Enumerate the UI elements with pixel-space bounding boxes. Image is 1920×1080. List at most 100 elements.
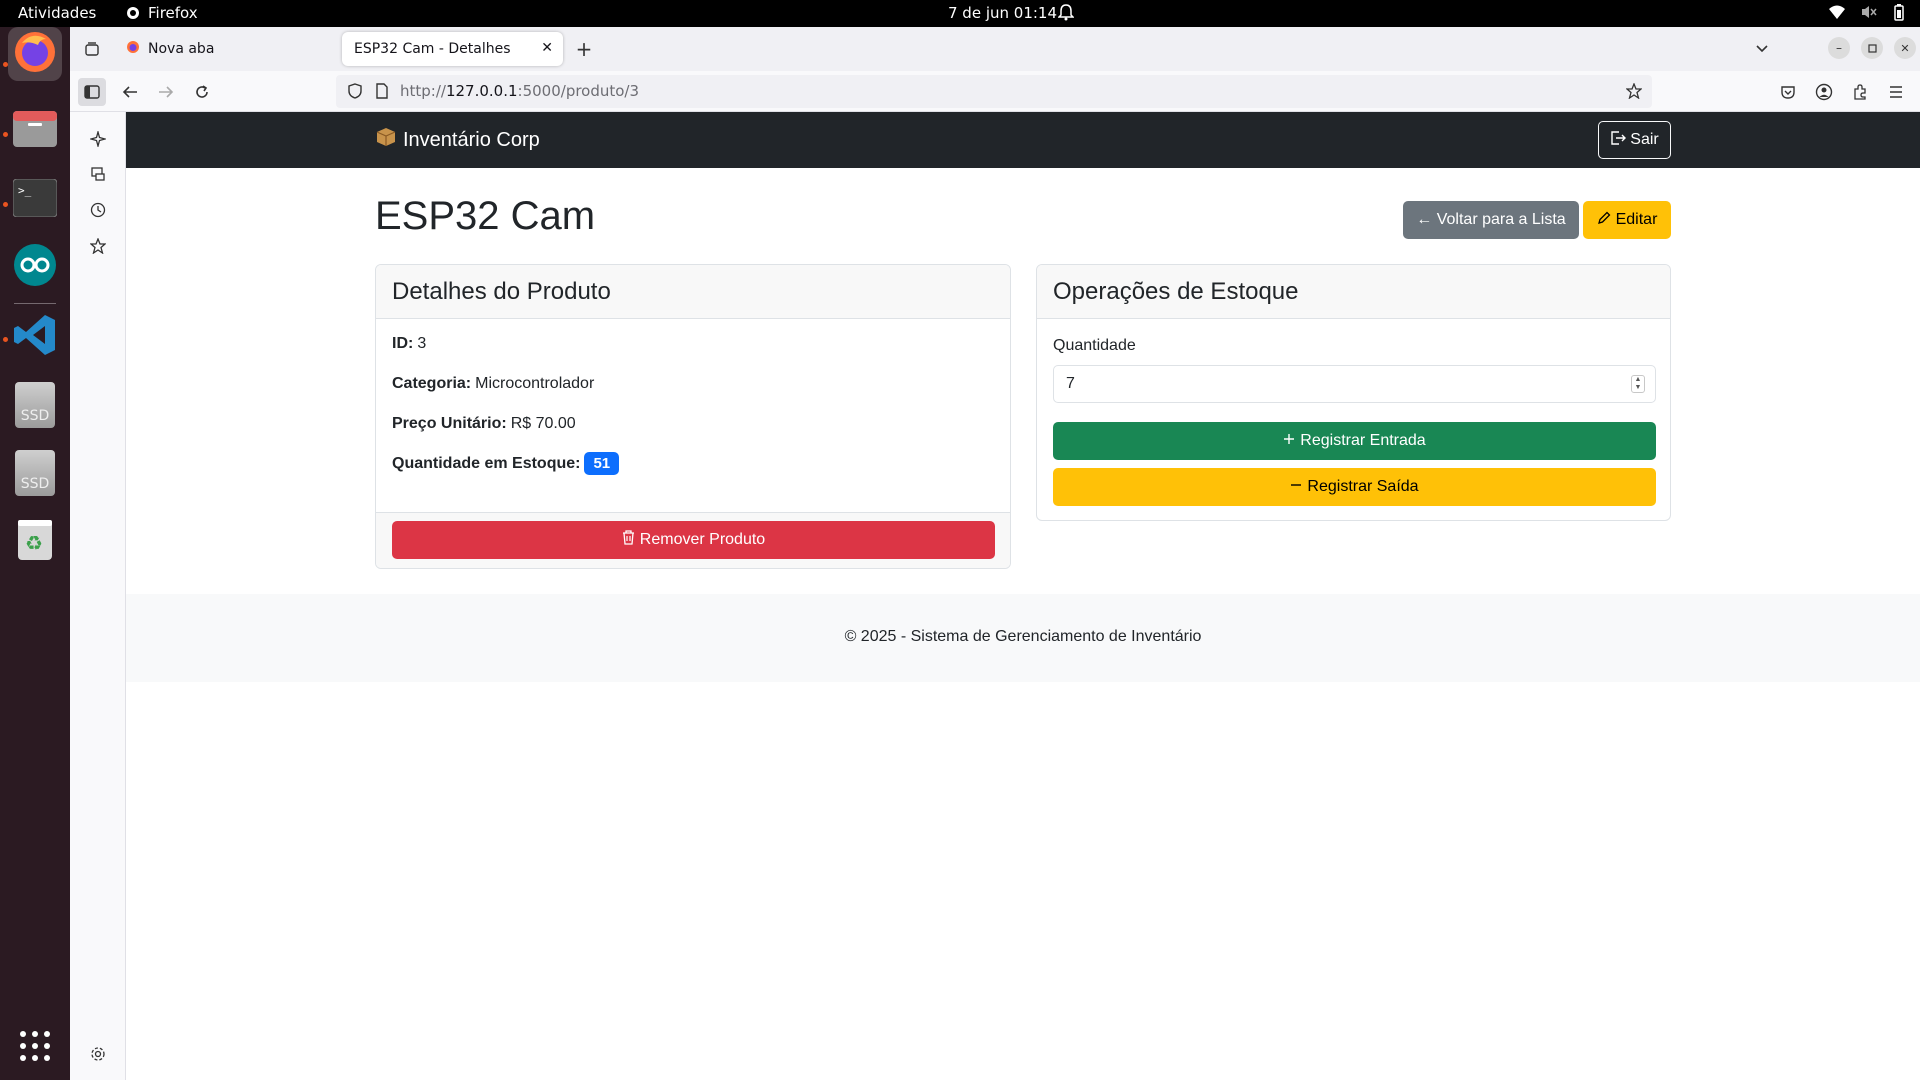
account-icon[interactable] xyxy=(1810,78,1838,106)
battery-icon xyxy=(1892,3,1906,21)
dock-vscode[interactable] xyxy=(8,310,62,364)
list-tabs-chevron-icon[interactable] xyxy=(1748,35,1776,63)
dock-terminal[interactable]: >_ xyxy=(8,173,62,227)
show-apps-button[interactable] xyxy=(8,1021,62,1075)
stock-badge: 51 xyxy=(584,452,620,475)
ai-chatbot-icon[interactable] xyxy=(86,127,110,151)
firefox-icon xyxy=(12,29,58,79)
pocket-icon[interactable] xyxy=(1774,78,1802,106)
ssd-label: SSD xyxy=(20,408,50,424)
svg-text:>_: >_ xyxy=(18,184,32,197)
close-window-icon[interactable]: ✕ xyxy=(1894,37,1916,59)
activities-button[interactable]: Atividades xyxy=(18,4,96,22)
menu-hamburger-icon[interactable] xyxy=(1882,78,1910,106)
browser-sidebar xyxy=(70,112,126,1080)
logout-button[interactable]: Sair xyxy=(1598,121,1671,159)
page-footer: © 2025 - Sistema de Gerenciamento de Inv… xyxy=(126,594,1920,682)
stock-operations-card: Operações de Estoque Quantidade 7 ▲ ▼ Reg… xyxy=(1036,264,1671,521)
sidebar-toggle-icon[interactable] xyxy=(78,78,106,106)
wifi-icon xyxy=(1828,3,1846,21)
bookmarks-star-icon[interactable] xyxy=(86,234,110,258)
brand-name: Inventário Corp xyxy=(403,128,540,151)
package-icon xyxy=(375,126,397,154)
back-to-list-label: ← Voltar para a Lista xyxy=(1416,211,1566,228)
dock-firefox[interactable] xyxy=(8,27,62,81)
ssd-label: SSD xyxy=(20,476,50,492)
remove-product-label: Remover Produto xyxy=(639,531,766,548)
files-icon xyxy=(12,108,58,152)
pencil-icon xyxy=(1597,211,1611,230)
app-navbar: Inventário Corp Sair xyxy=(126,112,1920,168)
new-tab-icon[interactable]: + xyxy=(570,35,598,63)
trash-icon xyxy=(622,530,635,550)
product-stock-row: Quantidade em Estoque: 51 xyxy=(392,452,620,475)
tracking-shield-icon[interactable] xyxy=(348,83,362,103)
register-exit-button[interactable]: Registrar Saída xyxy=(1053,468,1656,506)
clock[interactable]: 7 de jun 01:14 xyxy=(948,4,1057,22)
logout-label: Sair xyxy=(1630,131,1659,148)
price-label: Preço Unitário: xyxy=(392,415,507,432)
id-value: 3 xyxy=(417,335,427,352)
system-tray[interactable] xyxy=(1828,3,1906,21)
back-to-list-button[interactable]: ← Voltar para a Lista xyxy=(1403,201,1579,239)
price-value: R$ 70.00 xyxy=(510,415,576,432)
product-category-row: Categoria: Microcontrolador xyxy=(392,375,594,393)
dock-files[interactable] xyxy=(8,103,62,157)
edit-button[interactable]: Editar xyxy=(1583,201,1671,239)
reload-icon[interactable] xyxy=(188,78,216,106)
dock-arduino[interactable] xyxy=(8,240,62,294)
history-clock-icon[interactable] xyxy=(86,198,110,222)
product-price-row: Preço Unitário: R$ 70.00 xyxy=(392,415,576,433)
dock: >_ SSD SSD ♻ xyxy=(0,27,70,1080)
quantity-input[interactable]: 7 ▲ ▼ xyxy=(1053,365,1656,403)
remove-product-button[interactable]: Remover Produto xyxy=(392,521,995,559)
edit-label: Editar xyxy=(1615,211,1658,228)
navigation-toolbar: http://127.0.0.1:5000/produto/3 xyxy=(70,71,1920,112)
extensions-icon[interactable] xyxy=(1846,78,1874,106)
app-menu[interactable]: Firefox xyxy=(126,4,198,22)
plus-icon xyxy=(1283,432,1295,450)
product-id-row: ID: 3 xyxy=(392,335,426,353)
volume-muted-icon xyxy=(1860,3,1878,21)
card-footer: Remover Produto xyxy=(376,512,1010,568)
minus-icon xyxy=(1290,478,1302,496)
forward-arrow-icon[interactable] xyxy=(152,78,180,106)
category-label: Categoria: xyxy=(392,375,472,392)
customize-gear-icon[interactable] xyxy=(86,1042,110,1066)
synced-tabs-icon[interactable] xyxy=(86,162,110,186)
copyright-text: © 2025 - Sistema de Gerenciamento de Inv… xyxy=(844,628,1202,645)
tab-title: ESP32 Cam - Detalhes xyxy=(354,41,511,57)
bookmark-star-icon[interactable] xyxy=(1625,82,1643,103)
register-entry-button[interactable]: Registrar Entrada xyxy=(1053,422,1656,460)
maximize-window-icon[interactable] xyxy=(1861,37,1883,59)
arduino-icon xyxy=(13,243,57,291)
terminal-icon: >_ xyxy=(12,178,58,221)
svg-text:♻: ♻ xyxy=(25,531,43,555)
notification-bell-icon[interactable] xyxy=(1058,3,1074,21)
back-arrow-icon[interactable] xyxy=(116,78,144,106)
id-label: ID: xyxy=(392,335,414,352)
dock-separator xyxy=(14,303,56,304)
brand-link[interactable]: Inventário Corp xyxy=(375,126,540,154)
category-value: Microcontrolador xyxy=(475,375,595,392)
tab-bar: Nova aba ✕ ESP32 Cam - Detalhes ✕ + – ✕ xyxy=(70,27,1920,71)
app-name: Firefox xyxy=(148,4,198,22)
vscode-icon xyxy=(12,312,58,362)
quantity-spinner-icon[interactable]: ▲ ▼ xyxy=(1631,375,1645,393)
minimize-window-icon[interactable]: – xyxy=(1828,37,1850,59)
url-prefix: http:// xyxy=(400,82,446,100)
show-apps-icon xyxy=(19,1030,51,1066)
url-path: :5000/produto/3 xyxy=(517,82,640,100)
close-tab-icon[interactable]: ✕ xyxy=(541,40,553,56)
url-host: 127.0.0.1 xyxy=(445,82,518,100)
card-title: Detalhes do Produto xyxy=(376,265,1010,319)
quantity-label: Quantidade xyxy=(1053,337,1136,354)
ssd-drive-icon: SSD xyxy=(15,450,55,496)
dock-ssd-2[interactable]: SSD xyxy=(8,446,62,500)
tab-product-details[interactable]: ESP32 Cam - Detalhes ✕ xyxy=(342,32,563,66)
tab-overview-icon[interactable] xyxy=(78,35,106,63)
dock-ssd-1[interactable]: SSD xyxy=(8,378,62,432)
dock-trash[interactable]: ♻ xyxy=(8,514,62,568)
url-bar[interactable]: http://127.0.0.1:5000/produto/3 xyxy=(336,75,1652,108)
tab-title: Nova aba xyxy=(148,41,215,57)
